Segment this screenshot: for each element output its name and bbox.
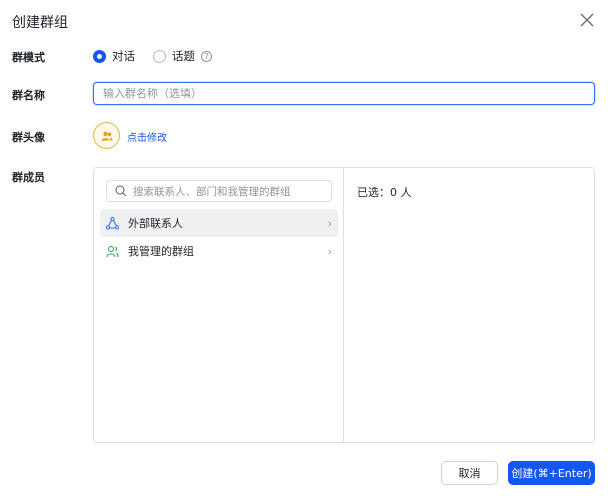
search-placeholder: 搜索联系人、部门和我管理的群组 [133,185,291,198]
mode-label: 群模式 [12,51,45,64]
members-label: 群成员 [12,171,45,184]
dialog-title: 创建群组 [12,15,68,31]
chevron-right-icon: › [327,244,332,258]
external-contacts-icon [106,216,119,229]
list-item-my-groups[interactable]: 我管理的群组 › [100,237,338,265]
group-icon [101,131,112,140]
help-icon[interactable]: ? [201,50,212,62]
selected-count: 已选：0 人 [357,186,412,199]
avatar-label: 群头像 [12,131,45,144]
radio-topic-label[interactable]: 话题 [172,48,195,64]
item-label: 我管理的群组 [128,245,194,258]
member-search-input[interactable]: 搜索联系人、部门和我管理的群组 [106,180,332,202]
close-icon[interactable] [578,11,596,29]
search-icon [115,185,127,197]
item-label: 外部联系人 [128,217,183,230]
create-button[interactable]: 创建(⌘+Enter) [508,461,595,485]
edit-avatar-link[interactable]: 点击修改 [127,129,167,144]
radio-topic[interactable] [153,49,166,63]
chevron-right-icon: › [327,216,332,230]
cancel-button[interactable]: 取消 [441,461,498,485]
divider [343,167,344,443]
radio-dialog[interactable] [93,49,106,63]
list-item-external-contacts[interactable]: 外部联系人 › [100,209,338,237]
name-label: 群名称 [12,89,45,102]
my-groups-icon [106,245,119,257]
group-avatar[interactable] [93,122,120,149]
group-name-input[interactable] [93,82,595,105]
radio-dialog-label[interactable]: 对话 [112,48,135,64]
mode-radio-group: 对话 话题 ? [93,48,212,64]
